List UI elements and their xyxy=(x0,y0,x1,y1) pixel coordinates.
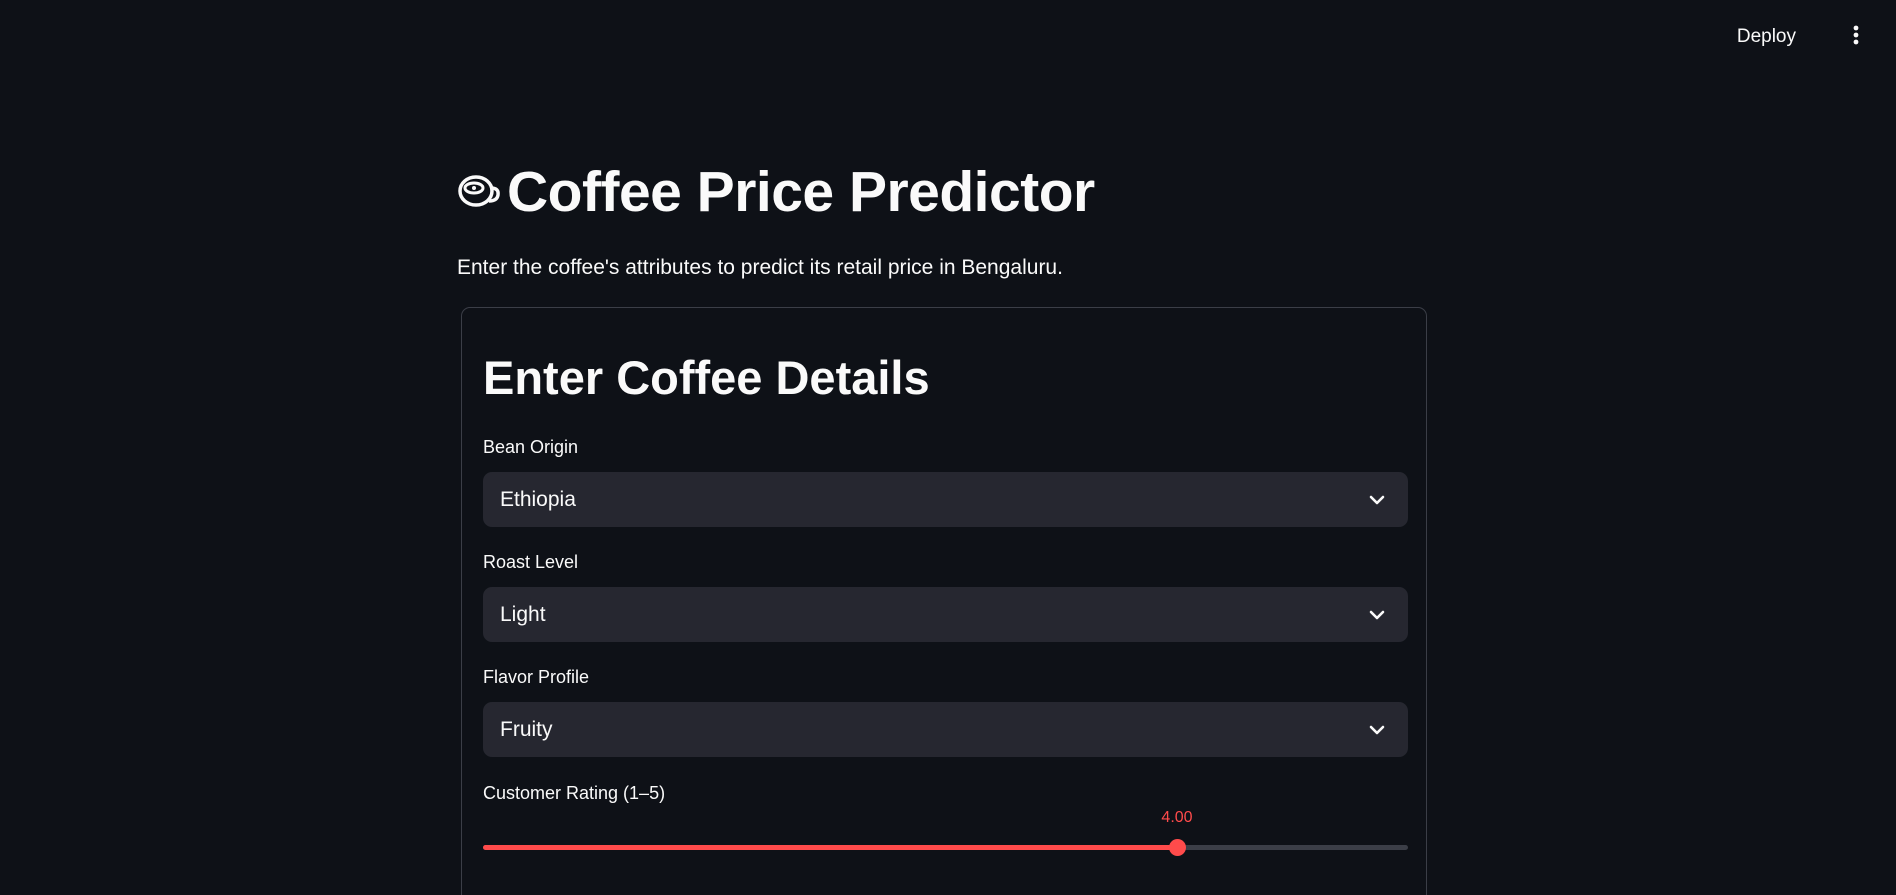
chevron-down-icon xyxy=(1368,721,1386,739)
bean-origin-label: Bean Origin xyxy=(483,437,579,457)
slider-fill xyxy=(483,845,1177,850)
title-row: Coffee Price Predictor xyxy=(457,150,1430,234)
top-toolbar: Deploy xyxy=(0,0,1896,74)
deploy-button-label: Deploy xyxy=(1736,26,1796,47)
flavor-profile-value: Fruity xyxy=(500,717,553,741)
deploy-button[interactable]: Deploy xyxy=(1725,20,1808,54)
customer-rating-label: Customer Rating (1–5) xyxy=(483,783,666,803)
slider-thumb[interactable] xyxy=(1169,839,1186,856)
page-title: Coffee Price Predictor xyxy=(507,159,1095,224)
customer-rating-slider[interactable]: 4.00 xyxy=(483,809,1408,861)
flavor-profile-label: Flavor Profile xyxy=(483,667,590,687)
roast-level-label: Roast Level xyxy=(483,552,579,572)
chevron-down-icon xyxy=(1368,491,1386,509)
main-menu-button[interactable] xyxy=(1836,20,1876,54)
bean-origin-select[interactable]: Ethiopia xyxy=(483,472,1408,527)
bean-origin-value: Ethiopia xyxy=(500,487,576,511)
flavor-profile-select[interactable]: Fruity xyxy=(483,702,1408,757)
coffee-cup-icon xyxy=(457,169,503,215)
slider-value-label: 4.00 xyxy=(1161,809,1193,826)
chevron-down-icon xyxy=(1368,606,1386,624)
main-content: Coffee Price Predictor Enter the coffee'… xyxy=(457,150,1430,895)
app-page: Deploy Coffee Price Predictor Enter the … xyxy=(0,0,1896,895)
roast-level-value: Light xyxy=(500,602,546,626)
coffee-details-form: Enter Coffee Details Bean Origin Ethiopi… xyxy=(461,307,1427,895)
roast-level-select[interactable]: Light xyxy=(483,587,1408,642)
form-title: Enter Coffee Details xyxy=(483,351,930,404)
vertical-dots-icon xyxy=(1853,25,1859,50)
page-subtitle: Enter the coffee's attributes to predict… xyxy=(457,256,1063,279)
